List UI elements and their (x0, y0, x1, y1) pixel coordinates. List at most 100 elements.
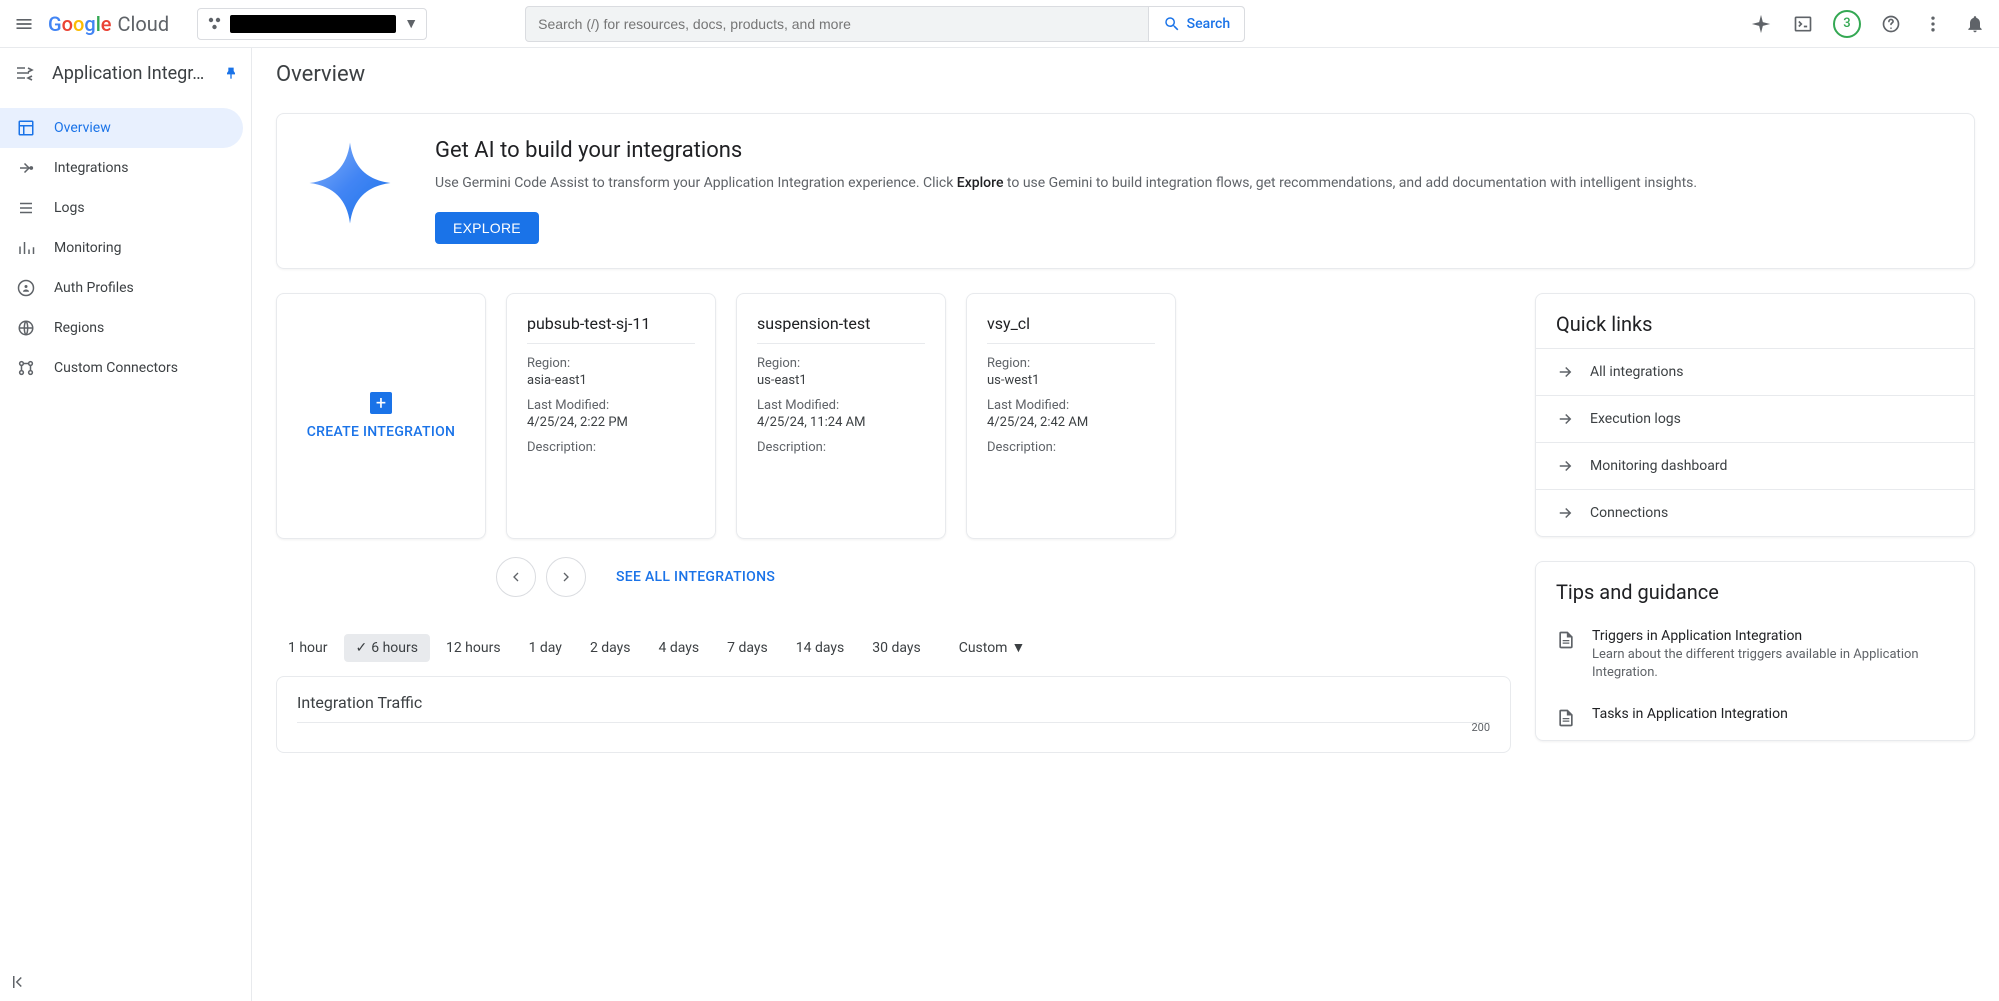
time-option-30days[interactable]: 30 days (860, 634, 932, 662)
time-option-custom[interactable]: Custom ▼ (947, 633, 1038, 662)
quick-link-monitoring[interactable]: Monitoring dashboard (1536, 442, 1974, 489)
integration-cards-row: + CREATE INTEGRATION pubsub-test-sj-11 R… (276, 293, 1511, 539)
gemini-spark-large-icon (305, 138, 395, 228)
tips-title: Tips and guidance (1536, 562, 1974, 616)
prev-page-button[interactable] (496, 557, 536, 597)
region-label: Region: (987, 356, 1155, 371)
sidebar-item-custom-connectors[interactable]: Custom Connectors (0, 348, 251, 388)
time-option-4days[interactable]: 4 days (647, 634, 712, 662)
app-integration-icon (14, 61, 38, 85)
more-vert-icon[interactable] (1921, 12, 1945, 36)
caret-down-icon: ▼ (404, 15, 418, 32)
document-icon (1556, 630, 1576, 650)
search-icon (1163, 15, 1181, 33)
time-range-selector: 1 hour ✓ 6 hours 12 hours 1 day 2 days 4… (276, 633, 1511, 662)
time-option-14days[interactable]: 14 days (784, 634, 856, 662)
sidebar-title: Application Integr… (52, 63, 209, 84)
region-value: us-west1 (987, 373, 1155, 388)
integration-name: pubsub-test-sj-11 (527, 314, 695, 344)
integration-card[interactable]: vsy_cl Region: us-west1 Last Modified: 4… (966, 293, 1176, 539)
modified-label: Last Modified: (987, 398, 1155, 413)
integration-name: vsy_cl (987, 314, 1155, 344)
sidebar-item-label: Logs (54, 200, 85, 216)
modified-value: 4/25/24, 11:24 AM (757, 415, 925, 430)
quick-link-execution-logs[interactable]: Execution logs (1536, 395, 1974, 442)
tip-description: Learn about the different triggers avail… (1592, 646, 1954, 682)
quick-links-panel: Quick links All integrations Execution l… (1535, 293, 1975, 537)
sidebar-item-integrations[interactable]: Integrations (0, 148, 251, 188)
create-integration-card[interactable]: + CREATE INTEGRATION (276, 293, 486, 539)
sidebar-item-logs[interactable]: Logs (0, 188, 251, 228)
tip-item-triggers[interactable]: Triggers in Application Integration Lear… (1536, 616, 1974, 694)
header-actions: 3 (1749, 10, 1987, 38)
sidebar-item-monitoring[interactable]: Monitoring (0, 228, 251, 268)
sidebar-item-label: Overview (54, 120, 111, 136)
integration-card[interactable]: suspension-test Region: us-east1 Last Mo… (736, 293, 946, 539)
time-option-6hours[interactable]: ✓ 6 hours (344, 634, 430, 662)
tip-item-tasks[interactable]: Tasks in Application Integration (1536, 694, 1974, 740)
search-input[interactable] (526, 16, 1148, 32)
quick-link-label: Execution logs (1590, 411, 1681, 427)
tip-title: Triggers in Application Integration (1592, 628, 1954, 644)
ai-banner-description: Use Germini Code Assist to transform you… (435, 173, 1697, 194)
collapse-sidebar-icon[interactable] (10, 973, 28, 991)
create-integration-label: CREATE INTEGRATION (307, 424, 456, 440)
time-option-2days[interactable]: 2 days (578, 634, 643, 662)
sidebar-item-label: Custom Connectors (54, 360, 178, 376)
time-option-1day[interactable]: 1 day (517, 634, 574, 662)
description-label: Description: (757, 440, 925, 455)
arrow-right-icon (1556, 457, 1574, 475)
sidebar-item-label: Monitoring (54, 240, 122, 256)
explore-button[interactable]: EXPLORE (435, 212, 539, 244)
plus-icon: + (370, 392, 392, 414)
check-icon: ✓ (356, 640, 368, 656)
overview-icon (16, 118, 36, 138)
integrations-icon (16, 158, 36, 178)
see-all-integrations-link[interactable]: SEE ALL INTEGRATIONS (616, 569, 775, 585)
pin-icon[interactable] (223, 65, 239, 81)
modified-label: Last Modified: (757, 398, 925, 413)
traffic-chart: 200 (297, 722, 1490, 736)
time-option-1hour[interactable]: 1 hour (276, 634, 340, 662)
quick-link-label: Connections (1590, 505, 1668, 521)
quick-link-label: All integrations (1590, 364, 1683, 380)
cloud-shell-icon[interactable] (1791, 12, 1815, 36)
page-title: Overview (276, 62, 1975, 87)
integration-card[interactable]: pubsub-test-sj-11 Region: asia-east1 Las… (506, 293, 716, 539)
sidebar-item-regions[interactable]: Regions (0, 308, 251, 348)
search-button-label: Search (1187, 16, 1230, 32)
sidebar-item-overview[interactable]: Overview (0, 108, 243, 148)
integration-name: suspension-test (757, 314, 925, 344)
region-label: Region: (757, 356, 925, 371)
time-option-7days[interactable]: 7 days (715, 634, 780, 662)
region-value: us-east1 (757, 373, 925, 388)
time-option-12hours[interactable]: 12 hours (434, 634, 513, 662)
ai-banner-title: Get AI to build your integrations (435, 138, 1697, 163)
traffic-title: Integration Traffic (297, 693, 1490, 712)
next-page-button[interactable] (546, 557, 586, 597)
quick-link-all-integrations[interactable]: All integrations (1536, 348, 1974, 395)
tips-panel: Tips and guidance Triggers in Applicatio… (1535, 561, 1975, 741)
search-bar: Search (525, 6, 1245, 42)
logs-icon (16, 198, 36, 218)
sidebar-item-auth-profiles[interactable]: Auth Profiles (0, 268, 251, 308)
search-button[interactable]: Search (1148, 7, 1244, 41)
modified-value: 4/25/24, 2:22 PM (527, 415, 695, 430)
google-cloud-logo[interactable]: GoogleCloud (48, 12, 169, 36)
arrow-right-icon (1556, 504, 1574, 522)
gemini-spark-icon[interactable] (1749, 12, 1773, 36)
free-trial-badge[interactable]: 3 (1833, 10, 1861, 38)
quick-link-connections[interactable]: Connections (1536, 489, 1974, 536)
hamburger-menu-icon[interactable] (12, 12, 36, 36)
regions-icon (16, 318, 36, 338)
card-pager: SEE ALL INTEGRATIONS (496, 557, 1511, 597)
sidebar-item-label: Regions (54, 320, 104, 336)
notifications-icon[interactable] (1963, 12, 1987, 36)
arrow-right-icon (1556, 410, 1574, 428)
project-selector[interactable]: ▼ (197, 8, 427, 40)
main-content: Overview Get AI to build your integratio… (252, 48, 1999, 1001)
description-label: Description: (527, 440, 695, 455)
help-icon[interactable] (1879, 12, 1903, 36)
auth-icon (16, 278, 36, 298)
global-header: GoogleCloud ▼ Search 3 (0, 0, 1999, 48)
